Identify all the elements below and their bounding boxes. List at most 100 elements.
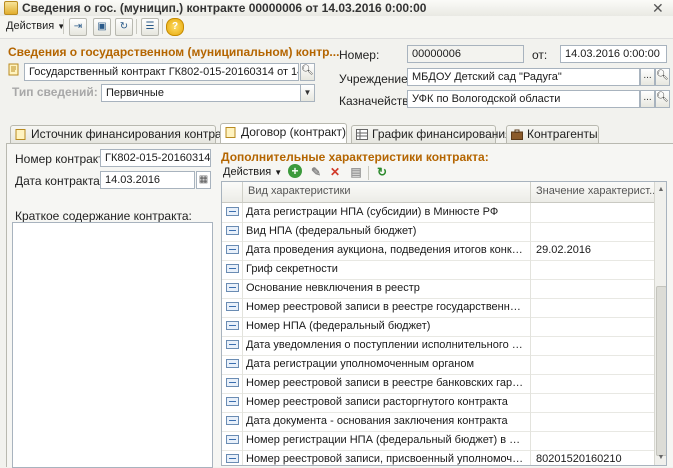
actions-menu[interactable]: Действия ▼	[6, 20, 65, 32]
delete-icon[interactable]: ✕	[327, 164, 343, 180]
characteristic-name: Номер реестровой записи, присвоенный упо…	[246, 453, 526, 465]
table-row[interactable]: Номер реестровой записи в реестре банков…	[222, 374, 654, 394]
characteristic-name: Дата регистрации НПА (субсидии) в Минюст…	[246, 206, 499, 218]
column-separator	[530, 298, 531, 317]
column-separator	[530, 393, 531, 412]
column-separator	[530, 260, 531, 279]
refresh-icon[interactable]: ↻	[374, 164, 390, 180]
characteristic-name: Вид НПА (федеральный бюджет)	[246, 225, 417, 237]
characteristic-name: Дата уведомления о поступлении исполните…	[246, 339, 526, 351]
tab-financing-schedule[interactable]: График финансирования	[351, 125, 512, 143]
column-separator	[242, 182, 243, 202]
tab-label: Контрагенты	[527, 127, 598, 141]
toolbar-separator	[63, 19, 64, 34]
treasury-field[interactable]: УФК по Вологодской области	[407, 90, 640, 108]
contract-field[interactable]: Государственный контракт ГК802-015-20160…	[24, 63, 299, 81]
characteristic-name: Дата документа - основания заключения ко…	[246, 415, 508, 427]
characteristic-name: Номер реестровой записи расторгнутого ко…	[246, 396, 508, 408]
column-header-value[interactable]: Значение характерист...	[536, 185, 658, 197]
characteristic-icon	[226, 207, 239, 216]
from-label: от:	[532, 48, 548, 62]
save-close-icon[interactable]: ⇥	[69, 18, 87, 36]
column-header-name[interactable]: Вид характеристики	[248, 185, 351, 197]
type-select[interactable]: Первичные	[101, 84, 301, 102]
select-button[interactable]: ...	[640, 68, 655, 86]
window-title: Сведения о гос. (муницип.) контракте 000…	[22, 1, 427, 15]
number-field[interactable]: 00000006	[407, 45, 524, 63]
table-row[interactable]: Дата регистрации НПА (субсидии) в Минюст…	[222, 203, 654, 223]
column-separator	[242, 203, 243, 222]
table-row[interactable]: Дата проведения аукциона, подведения ито…	[222, 241, 654, 261]
calendar-icon[interactable]: ▦	[196, 171, 211, 189]
column-separator	[242, 412, 243, 431]
scroll-thumb[interactable]	[656, 286, 666, 456]
institution-field[interactable]: МБДОУ Детский сад "Радуга"	[407, 68, 640, 86]
column-separator	[242, 374, 243, 393]
scroll-up-icon[interactable]: ▲	[655, 184, 666, 196]
characteristic-name: Дата регистрации уполномоченным органом	[246, 358, 475, 370]
post-icon[interactable]: ▤	[348, 164, 364, 180]
table-row[interactable]: Вид НПА (федеральный бюджет)	[222, 222, 654, 242]
table-row[interactable]: Основание невключения в реестр	[222, 279, 654, 299]
column-separator	[242, 317, 243, 336]
search-icon[interactable]: 🔍︎	[655, 90, 670, 108]
table-row[interactable]: Номер регистрации НПА (федеральный бюдже…	[222, 431, 654, 451]
characteristic-icon	[226, 321, 239, 330]
characteristic-value[interactable]: 80201520160210	[536, 453, 650, 465]
edit-icon[interactable]: ✎	[308, 164, 324, 180]
table-row[interactable]: Номер реестровой записи расторгнутого ко…	[222, 393, 654, 413]
table-row[interactable]: Дата уведомления о поступлении исполните…	[222, 336, 654, 356]
table-row[interactable]: Гриф секретности	[222, 260, 654, 280]
column-separator	[530, 355, 531, 374]
characteristics-actions-menu[interactable]: Действия ▼	[223, 166, 282, 178]
toolbar-separator	[368, 166, 369, 180]
document-icon	[4, 1, 18, 15]
close-icon[interactable]: ✕	[652, 0, 664, 17]
chevron-down-icon[interactable]: ▼	[300, 84, 315, 102]
column-separator	[242, 393, 243, 412]
select-button[interactable]: ...	[640, 90, 655, 108]
scroll-down-icon[interactable]: ▼	[655, 452, 666, 464]
search-icon[interactable]: 🔍︎	[655, 68, 670, 86]
tab-label: Источник финансирования контракта	[31, 127, 240, 141]
tab-counterparties[interactable]: Контрагенты	[506, 125, 599, 143]
search-icon[interactable]: 🔍︎	[300, 63, 315, 81]
characteristic-icon	[226, 245, 239, 254]
institution-label: Учреждение:	[339, 72, 412, 86]
column-separator	[530, 203, 531, 222]
column-separator	[530, 317, 531, 336]
characteristic-icon	[226, 435, 239, 444]
toolbar: Действия ▼ ⇥ ▣ ↻ ☰ ?	[0, 16, 673, 39]
table-row[interactable]: Дата документа - основания заключения ко…	[222, 412, 654, 432]
characteristic-name: Гриф секретности	[246, 263, 338, 275]
vertical-scrollbar[interactable]: ▲ ▼	[654, 182, 666, 465]
tab-contract[interactable]: Договор (контракт)	[220, 123, 347, 144]
help-icon[interactable]: ?	[166, 18, 184, 36]
characteristic-name: Номер регистрации НПА (федеральный бюдже…	[246, 434, 526, 446]
date-field[interactable]: 14.03.2016 0:00:00	[560, 45, 667, 63]
contract-date-field[interactable]: 14.03.2016	[100, 171, 195, 189]
column-separator	[242, 355, 243, 374]
column-separator	[242, 431, 243, 450]
refresh-icon[interactable]: ↻	[115, 18, 133, 36]
table-row[interactable]: Номер НПА (федеральный бюджет)	[222, 317, 654, 337]
tab-financing-source[interactable]: Источник финансирования контракта	[10, 125, 239, 143]
table-header: Вид характеристики Значение характерист.…	[222, 182, 658, 203]
characteristic-icon	[226, 340, 239, 349]
report-icon[interactable]: ☰	[141, 18, 159, 36]
toolbar-separator	[162, 19, 163, 34]
contract-number-field[interactable]: ГК802-015-20160314	[100, 149, 211, 167]
table-row[interactable]: Номер реестровой записи в реестре госуда…	[222, 298, 654, 318]
add-icon[interactable]: +	[288, 164, 302, 178]
column-separator	[242, 222, 243, 241]
type-label: Тип сведений:	[12, 85, 98, 99]
characteristic-value[interactable]: 29.02.2016	[536, 244, 650, 256]
column-separator	[242, 279, 243, 298]
table-row[interactable]: Дата регистрации уполномоченным органом	[222, 355, 654, 375]
save-icon[interactable]: ▣	[93, 18, 111, 36]
column-separator	[242, 260, 243, 279]
table-row[interactable]: Номер реестровой записи, присвоенный упо…	[222, 450, 654, 465]
characteristics-table: Вид характеристики Значение характерист.…	[221, 181, 667, 466]
column-separator	[530, 412, 531, 431]
summary-textarea[interactable]	[12, 222, 213, 468]
